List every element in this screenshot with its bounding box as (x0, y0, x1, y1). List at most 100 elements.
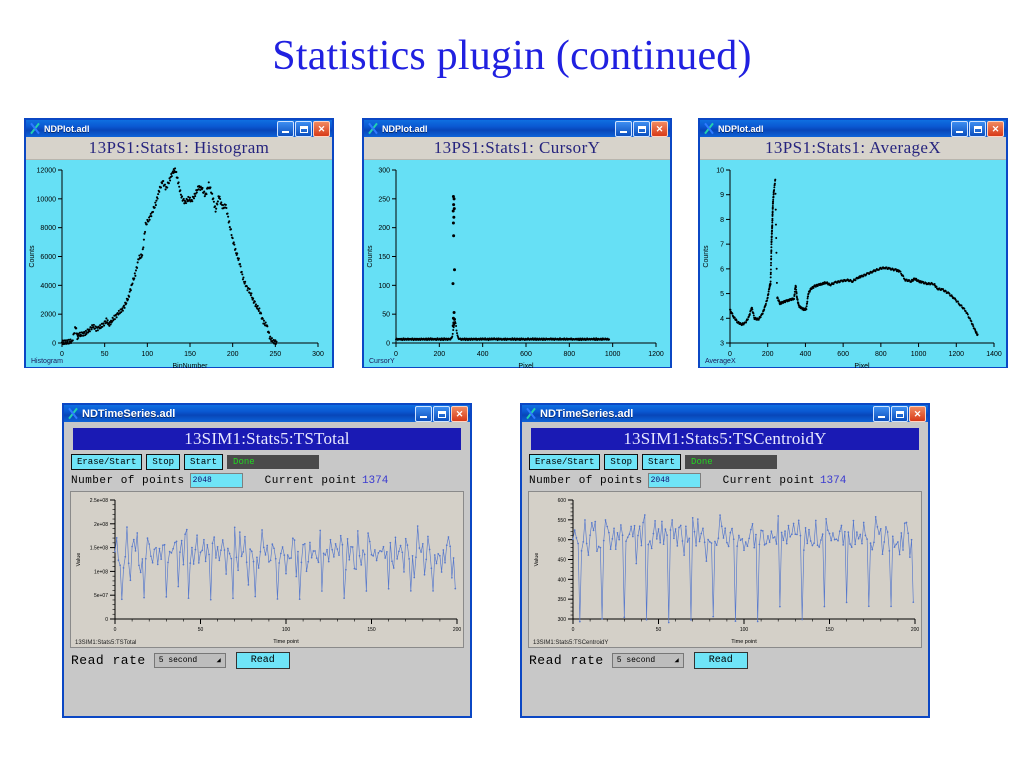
svg-text:0: 0 (105, 617, 108, 623)
number-of-points-input[interactable]: 2048 (190, 473, 243, 488)
read-rate-select[interactable]: 5 second ◢ (154, 653, 226, 668)
titlebar[interactable]: NDPlot.adl ✕ (26, 120, 332, 137)
window-controls[interactable]: ✕ (277, 121, 330, 137)
window-ndplot-cursory[interactable]: NDPlot.adl ✕ 13PS1:Stats1: CursorY 0 200 4… (362, 118, 672, 368)
svg-text:0: 0 (386, 341, 390, 348)
svg-text:150: 150 (184, 351, 196, 358)
window-controls[interactable]: ✕ (873, 406, 926, 422)
svg-text:0: 0 (728, 351, 732, 358)
svg-text:5: 5 (720, 291, 724, 298)
number-of-points-input[interactable]: 2048 (648, 473, 701, 488)
cursory-chart: 0 200 400 600 800 1000 1200050100150200250300P… (364, 160, 670, 371)
maximize-button[interactable] (295, 121, 312, 137)
minimize-button[interactable] (615, 121, 632, 137)
close-button[interactable]: ✕ (987, 121, 1004, 137)
svg-text:Value: Value (76, 553, 82, 567)
maximize-button[interactable] (891, 406, 908, 422)
svg-text:8000: 8000 (40, 225, 56, 232)
svg-text:100: 100 (378, 283, 390, 290)
pv-banner-label: 13SIM1:Stats5:TSTotal (184, 429, 349, 449)
svg-text:200: 200 (762, 351, 774, 358)
svg-text:9: 9 (720, 192, 724, 199)
window-ndplot-averagex[interactable]: NDPlot.adl ✕ 13PS1:Stats1: AverageX 0 200… (698, 118, 1008, 368)
close-button[interactable]: ✕ (451, 406, 468, 422)
svg-text:1400: 1400 (986, 351, 1002, 358)
plot-corner-label: AverageX (705, 358, 736, 365)
read-rate-label: Read rate (71, 653, 146, 668)
window-controls[interactable]: ✕ (951, 121, 1004, 137)
averagex-chart: 0 200 400 600 800 1000 1200 1400 3 4 5 6 7 8 9 10 Pixel C… (700, 160, 1006, 371)
close-button[interactable]: ✕ (313, 121, 330, 137)
stop-button[interactable]: Stop (604, 454, 638, 470)
current-point-label: Current point (265, 475, 357, 487)
points-row: Number of points 2048 Current point 1374 (71, 473, 465, 488)
close-button[interactable]: ✕ (651, 121, 668, 137)
timeseries-plot-area[interactable]: 0 5e+07 1e+08 1.5e+08 2e+08 2.5e+08 0 50 100 150 2… (70, 491, 464, 648)
window-controls[interactable]: ✕ (415, 406, 468, 422)
window-ndtimeseries-tstotal[interactable]: NDTimeSeries.adl ✕ 13SIM1:Stats5:TSTotal… (62, 403, 472, 718)
titlebar[interactable]: NDTimeSeries.adl ✕ (64, 405, 470, 422)
window-ndplot-histogram[interactable]: NDPlot.adl ✕ 13PS1:Stats1: Histogram 0 50… (24, 118, 334, 368)
minimize-button[interactable] (415, 406, 432, 422)
plot-canvas-averagex[interactable]: 0 200 400 600 800 1000 1200 1400 3 4 5 6 7 8 9 10 Pixel C… (700, 160, 1006, 367)
minimize-button[interactable] (873, 406, 890, 422)
window-controls[interactable]: ✕ (615, 121, 668, 137)
svg-text:4: 4 (720, 316, 724, 323)
start-button[interactable]: Start (642, 454, 681, 470)
read-rate-value: 5 second (159, 656, 197, 665)
plot-corner-label: CursorY (369, 358, 395, 365)
svg-text:5e+07: 5e+07 (94, 593, 108, 599)
read-rate-select[interactable]: 5 second ◢ (612, 653, 684, 668)
svg-text:50: 50 (382, 312, 390, 319)
pv-banner: 13SIM1:Stats5:TSTotal (73, 428, 461, 450)
svg-text:100: 100 (141, 351, 153, 358)
close-button[interactable]: ✕ (909, 406, 926, 422)
timeseries-plot-area[interactable]: 300 350 400 450 500 550 600 0 50 100 150 200 Time po… (528, 491, 922, 648)
chevron-down-icon: ◢ (675, 656, 679, 665)
titlebar[interactable]: NDPlot.adl ✕ (700, 120, 1006, 137)
svg-text:350: 350 (558, 597, 567, 603)
tstotal-chart: 05e+071e+081.5e+082e+082.5e+080 50 100 150 2… (71, 492, 467, 645)
svg-text:Counts: Counts (703, 245, 710, 268)
maximize-button[interactable] (433, 406, 450, 422)
svg-text:600: 600 (520, 351, 532, 358)
minimize-button[interactable] (951, 121, 968, 137)
svg-text:1e+08: 1e+08 (94, 569, 108, 575)
erase-start-button[interactable]: Erase/Start (71, 454, 142, 470)
svg-text:300: 300 (558, 617, 567, 623)
minimize-button[interactable] (277, 121, 294, 137)
read-button[interactable]: Read (694, 652, 748, 669)
svg-text:50: 50 (656, 627, 662, 633)
current-point-label: Current point (723, 475, 815, 487)
pv-banner-label: 13SIM1:Stats5:TSCentroidY (623, 429, 826, 449)
read-rate-value: 5 second (617, 656, 655, 665)
svg-text:200: 200 (453, 627, 462, 633)
window-ndtimeseries-tscentroidy[interactable]: NDTimeSeries.adl ✕ 13SIM1:Stats5:TSCentr… (520, 403, 930, 718)
svg-text:150: 150 (367, 627, 376, 633)
titlebar[interactable]: NDTimeSeries.adl ✕ (522, 405, 928, 422)
read-button[interactable]: Read (236, 652, 290, 669)
svg-text:250: 250 (269, 351, 281, 358)
svg-text:150: 150 (378, 254, 390, 261)
window-title: NDTimeSeries.adl (82, 408, 175, 420)
svg-text:1.5e+08: 1.5e+08 (90, 546, 108, 552)
start-button[interactable]: Start (184, 454, 223, 470)
svg-text:200: 200 (433, 351, 445, 358)
plot-canvas-histogram[interactable]: 0 50 100 150 200 250 300 0 2000 4000 6000 8000 10000… (26, 160, 332, 367)
stop-button[interactable]: Stop (146, 454, 180, 470)
svg-text:BinNumber: BinNumber (172, 363, 208, 370)
svg-text:1000: 1000 (605, 351, 621, 358)
erase-start-button[interactable]: Erase/Start (529, 454, 600, 470)
plot-canvas-cursory[interactable]: 0 200 400 600 800 1000 1200 0 50 100 150 200 250 300 P… (364, 160, 670, 367)
svg-text:600: 600 (558, 498, 567, 504)
titlebar[interactable]: NDPlot.adl ✕ (364, 120, 670, 137)
maximize-button[interactable] (633, 121, 650, 137)
maximize-button[interactable] (969, 121, 986, 137)
svg-text:7: 7 (720, 242, 724, 249)
plot-header-label: 13PS1:Stats1: AverageX (765, 138, 941, 158)
svg-text:12000: 12000 (37, 168, 57, 175)
svg-text:6000: 6000 (40, 254, 56, 261)
svg-text:Pixel: Pixel (854, 363, 870, 370)
svg-text:Counts: Counts (29, 245, 36, 268)
svg-text:400: 400 (800, 351, 812, 358)
